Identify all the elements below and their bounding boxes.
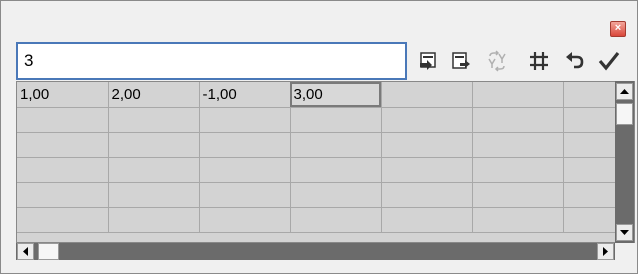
grid-cell[interactable] xyxy=(199,157,291,183)
grid-cell[interactable] xyxy=(472,132,564,158)
grid-cell[interactable] xyxy=(199,107,291,133)
swap-icon xyxy=(488,50,506,72)
grid-cell[interactable] xyxy=(199,207,291,233)
grid-cell[interactable] xyxy=(108,107,200,133)
grid-cell[interactable] xyxy=(472,207,564,233)
grid-cell[interactable]: 3,00 xyxy=(290,82,382,108)
scroll-up-button[interactable] xyxy=(616,83,633,100)
table-row xyxy=(17,107,634,133)
grid-cell[interactable]: 1,00 xyxy=(17,82,109,108)
grid-cell[interactable] xyxy=(381,82,473,108)
grid-cell[interactable] xyxy=(290,207,382,233)
import-button[interactable] xyxy=(413,46,443,76)
columns-icon xyxy=(530,52,548,70)
arrow-left-icon xyxy=(23,247,28,256)
grid-cell[interactable] xyxy=(381,107,473,133)
grid-cell[interactable] xyxy=(199,132,291,158)
grid-cell[interactable] xyxy=(17,157,109,183)
export-icon xyxy=(452,52,470,69)
grid-cell[interactable] xyxy=(472,82,564,108)
close-button[interactable]: × xyxy=(610,21,626,37)
grid-cell[interactable] xyxy=(290,182,382,208)
vertical-scroll-thumb[interactable] xyxy=(616,103,633,125)
grid-cell[interactable]: 2,00 xyxy=(108,82,200,108)
horizontal-scroll-thumb[interactable] xyxy=(38,243,59,260)
grid-cell[interactable] xyxy=(472,182,564,208)
grid-cell[interactable] xyxy=(17,182,109,208)
grid-cell[interactable] xyxy=(108,132,200,158)
data-table: 1,00 2,00 -1,00 3,00 xyxy=(17,82,634,233)
undo-icon xyxy=(566,52,584,69)
grid-cell[interactable] xyxy=(381,182,473,208)
grid-cell[interactable] xyxy=(17,132,109,158)
grid-cell[interactable] xyxy=(17,207,109,233)
close-icon: × xyxy=(614,22,622,34)
table-row xyxy=(17,207,634,233)
table-row xyxy=(17,132,634,158)
export-button[interactable] xyxy=(446,46,476,76)
confirm-button[interactable] xyxy=(594,46,624,76)
value-input[interactable]: 3 xyxy=(16,42,407,80)
table-row xyxy=(17,182,634,208)
grid-cell[interactable] xyxy=(108,182,200,208)
grid-cell[interactable] xyxy=(290,132,382,158)
grid-cell[interactable] xyxy=(17,107,109,133)
scroll-left-button[interactable] xyxy=(17,243,34,260)
scroll-down-button[interactable] xyxy=(616,224,633,241)
table-row xyxy=(17,157,634,183)
grid-body: 1,00 2,00 -1,00 3,00 xyxy=(17,82,634,233)
check-icon xyxy=(598,52,620,71)
grid-cell[interactable] xyxy=(381,157,473,183)
grid-cell[interactable] xyxy=(290,157,382,183)
arrow-up-icon xyxy=(620,89,629,94)
grid-cell[interactable] xyxy=(381,207,473,233)
table-row: 1,00 2,00 -1,00 3,00 xyxy=(17,82,634,108)
grid-cell[interactable] xyxy=(472,157,564,183)
data-grid: 1,00 2,00 -1,00 3,00 xyxy=(16,81,635,243)
grid-cell[interactable] xyxy=(108,207,200,233)
arrow-down-icon xyxy=(620,230,629,235)
import-icon xyxy=(420,52,436,70)
undo-button[interactable] xyxy=(560,46,590,76)
grid-cell[interactable] xyxy=(108,157,200,183)
grid-cell[interactable] xyxy=(199,182,291,208)
grid-cell[interactable] xyxy=(472,107,564,133)
grid-cell[interactable] xyxy=(290,107,382,133)
swap-button[interactable] xyxy=(482,46,512,76)
scroll-right-button[interactable] xyxy=(597,243,614,260)
columns-button[interactable] xyxy=(524,46,554,76)
arrow-right-icon xyxy=(603,247,608,256)
horizontal-scrollbar[interactable] xyxy=(16,243,615,260)
grid-cell[interactable]: -1,00 xyxy=(199,82,291,108)
vertical-scrollbar[interactable] xyxy=(615,81,634,243)
grid-cell[interactable] xyxy=(381,132,473,158)
